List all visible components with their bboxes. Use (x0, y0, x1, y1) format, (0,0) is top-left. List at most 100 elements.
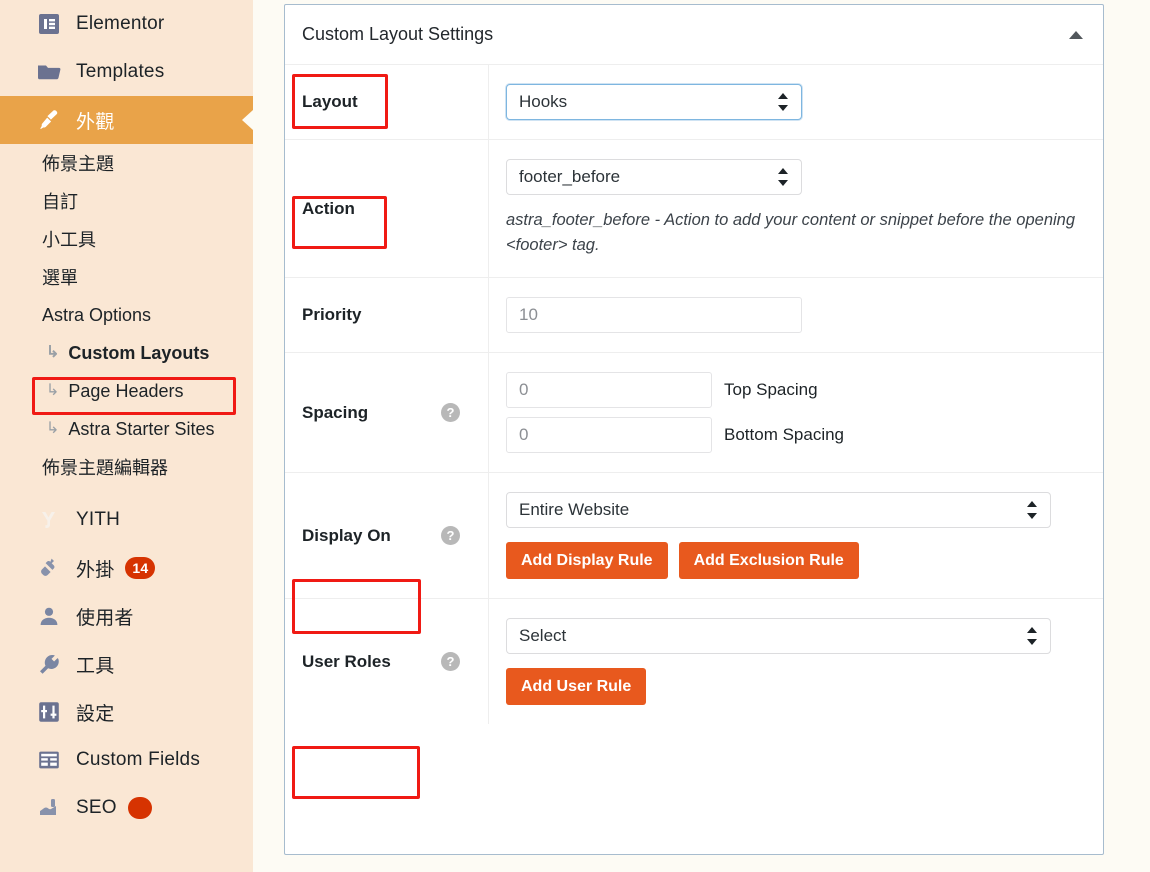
sidebar-item-label: Templates (76, 61, 165, 82)
row-user-roles-label-cell: User Roles ? (285, 599, 489, 725)
sidebar-item-theme-editor[interactable]: 佈景主題編輯器 (0, 448, 253, 486)
sidebar-item-page-headers[interactable]: ↳ Page Headers (0, 372, 253, 410)
row-layout-field-cell: Hooks (489, 65, 1103, 139)
sidebar-item-label: 佈景主題 (42, 154, 114, 174)
sub-arrow-icon: ↳ (46, 420, 60, 437)
chevron-updown-icon (778, 168, 788, 186)
sidebar-item-label: 選單 (42, 268, 78, 288)
fields-icon (36, 747, 62, 773)
sub-arrow-icon: ↳ (46, 382, 60, 399)
action-label: Action (302, 198, 355, 218)
row-spacing-field-cell: 0 Top Spacing 0 Bottom Spacing (489, 353, 1103, 472)
question-mark-icon[interactable]: ? (441, 403, 460, 423)
sidebar-item-label: 外觀 (76, 111, 115, 133)
elementor-icon (36, 11, 62, 37)
seo-badge (127, 797, 152, 819)
triangle-up-icon[interactable] (1069, 31, 1083, 39)
action-select-value: footer_before (519, 167, 621, 186)
sidebar-item-label: 工具 (76, 655, 115, 677)
user-roles-select[interactable]: Select (506, 618, 1051, 655)
question-mark-icon[interactable]: ? (441, 526, 460, 546)
sidebar-item-users[interactable]: 使用者 (0, 592, 253, 640)
row-priority: Priority 10 (285, 277, 1103, 353)
row-spacing: Spacing ? 0 Top Spacing 0 Bottom Spacing (285, 352, 1103, 473)
sidebar-item-themes[interactable]: 佈景主題 (0, 144, 253, 182)
layout-select[interactable]: Hooks (506, 84, 802, 120)
action-description: astra_footer_before - Action to add your… (506, 211, 1076, 255)
row-user-roles: User Roles ? Select Add User Rule (285, 598, 1103, 725)
row-action-field-cell: footer_before astra_footer_before - Acti… (489, 140, 1103, 277)
yith-icon (36, 507, 62, 533)
bottom-spacing-label: Bottom Spacing (724, 425, 845, 445)
user-roles-label: User Roles (302, 651, 391, 671)
question-mark-icon[interactable]: ? (441, 652, 460, 672)
add-display-rule-button[interactable]: Add Display Rule (506, 542, 668, 580)
sidebar-item-label: YITH (76, 509, 121, 530)
user-rule-buttons: Add User Rule (506, 668, 1081, 706)
sidebar-item-astra-starter-sites[interactable]: ↳ Astra Starter Sites (0, 410, 253, 448)
sidebar-item-label: Astra Options (42, 304, 152, 325)
sidebar-item-custom-fields[interactable]: Custom Fields (0, 736, 253, 784)
sidebar-item-yith[interactable]: YITH (0, 496, 253, 544)
bottom-spacing-line: 0 Bottom Spacing (506, 417, 1081, 454)
sidebar-item-menus[interactable]: 選單 (0, 258, 253, 296)
sidebar-item-appearance[interactable]: 外觀 (0, 96, 253, 144)
user-roles-select-value: Select (519, 626, 567, 646)
sidebar-item-customize[interactable]: 自訂 (0, 182, 253, 220)
sidebar-item-elementor[interactable]: Elementor (0, 0, 253, 48)
user-icon (36, 603, 62, 629)
sidebar-item-label: 小工具 (42, 230, 96, 250)
sidebar-item-label: 佈景主題編輯器 (42, 458, 168, 478)
sidebar-item-settings[interactable]: 設定 (0, 688, 253, 736)
layout-select-value: Hooks (519, 92, 568, 111)
add-exclusion-rule-button[interactable]: Add Exclusion Rule (678, 542, 859, 580)
sidebar-item-label: Custom Fields (76, 749, 201, 770)
chevron-updown-icon (1027, 627, 1037, 646)
row-priority-field-cell: 10 (489, 278, 1103, 352)
display-on-select[interactable]: Entire Website (506, 492, 1051, 529)
sidebar-item-astra-options[interactable]: Astra Options (0, 296, 253, 334)
plugins-update-badge: 14 (125, 557, 156, 579)
layout-label: Layout (302, 92, 358, 111)
bottom-spacing-value: 0 (519, 425, 529, 445)
sidebar-item-tools[interactable]: 工具 (0, 640, 253, 688)
add-user-rule-button[interactable]: Add User Rule (506, 668, 647, 706)
action-select[interactable]: footer_before (506, 159, 802, 195)
sidebar-item-label: SEO (76, 797, 117, 818)
seo-icon (36, 795, 62, 821)
chevron-updown-icon (778, 93, 788, 111)
sidebar-item-plugins[interactable]: 外掛 14 (0, 544, 253, 592)
top-spacing-line: 0 Top Spacing (506, 372, 1081, 409)
sidebar-item-seo[interactable]: SEO (0, 784, 253, 832)
row-display-on-field-cell: Entire Website Add Display Rule Add Excl… (489, 473, 1103, 598)
chevron-updown-icon (1027, 501, 1037, 520)
sidebar-item-templates[interactable]: Templates (0, 48, 253, 96)
page-title: Custom Layout Settings (302, 24, 494, 44)
display-on-select-value: Entire Website (519, 500, 630, 520)
row-priority-label-cell: Priority (285, 278, 489, 353)
row-action-label-cell: Action (285, 140, 489, 278)
row-display-on: Display On ? Entire Website Add Display … (285, 472, 1103, 599)
sidebar-item-widgets[interactable]: 小工具 (0, 220, 253, 258)
custom-layout-settings-panel: Custom Layout Settings Layout Hooks Acti… (284, 4, 1104, 855)
sidebar-item-label: Custom Layouts (68, 342, 210, 363)
top-spacing-value: 0 (519, 380, 529, 400)
sidebar-item-custom-layouts[interactable]: ↳ Custom Layouts (0, 334, 253, 372)
display-rule-buttons: Add Display Rule Add Exclusion Rule (506, 542, 1081, 580)
row-user-roles-field-cell: Select Add User Rule (489, 599, 1103, 724)
top-spacing-label: Top Spacing (724, 380, 818, 400)
top-spacing-input[interactable]: 0 (506, 372, 712, 409)
sidebar-item-label: 外掛 (76, 559, 115, 581)
priority-input[interactable]: 10 (506, 297, 802, 334)
spacing-label: Spacing (302, 402, 369, 422)
sliders-icon (36, 699, 62, 725)
priority-label: Priority (302, 305, 362, 325)
sidebar-item-label: 使用者 (76, 607, 134, 629)
paintbrush-icon (36, 107, 62, 133)
sidebar-item-label: 自訂 (42, 192, 78, 212)
sidebar-item-label: Elementor (76, 13, 165, 34)
sidebar-item-label: 設定 (76, 703, 115, 725)
admin-sidebar: Elementor Templates 外觀 佈景主題 自訂 小工具 選單 As… (0, 0, 253, 872)
bottom-spacing-input[interactable]: 0 (506, 417, 712, 454)
row-action: Action footer_before astra_footer_before… (285, 139, 1103, 278)
